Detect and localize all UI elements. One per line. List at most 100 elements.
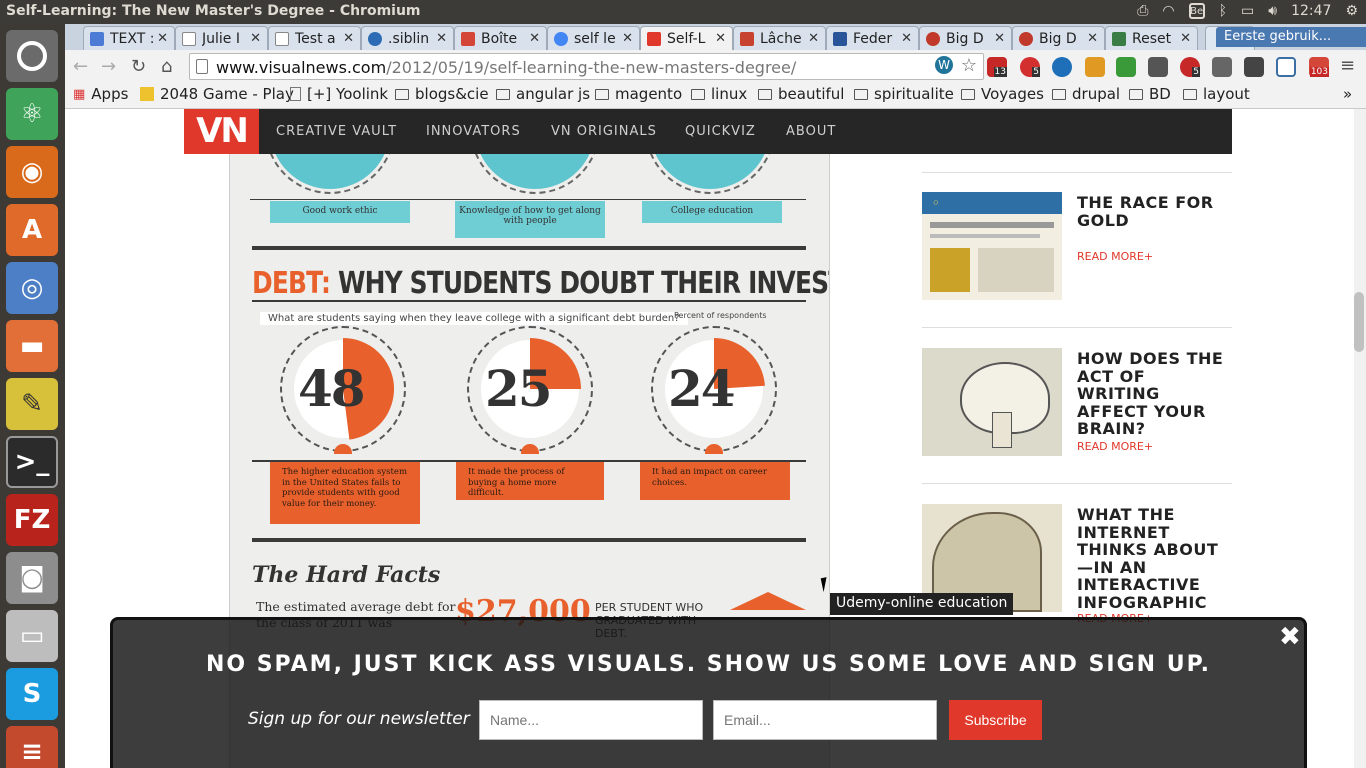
close-tab-icon[interactable]: ✕ bbox=[994, 31, 1005, 46]
site-logo[interactable]: VN bbox=[184, 109, 259, 154]
close-tab-icon[interactable]: ✕ bbox=[157, 31, 168, 46]
tab-self-learning-active[interactable]: Self-L ✕ bbox=[640, 26, 733, 50]
bookmark-folder-drupal[interactable]: drupal bbox=[1052, 85, 1120, 103]
profile-button[interactable]: Eerste gebruik... bbox=[1216, 27, 1366, 47]
close-icon[interactable]: ✖ bbox=[1279, 622, 1301, 652]
close-tab-icon[interactable]: ✕ bbox=[901, 31, 912, 46]
stacked-apps-icon[interactable]: ≡ bbox=[6, 726, 58, 768]
extension-badge-icon[interactable]: 13 bbox=[987, 57, 1007, 77]
subscribe-button[interactable]: Subscribe bbox=[949, 700, 1042, 740]
bookmark-folder-blogs[interactable]: blogs&cie bbox=[395, 85, 489, 103]
tab-test[interactable]: Test a ✕ bbox=[268, 26, 361, 50]
tab-big-data-1[interactable]: Big D ✕ bbox=[919, 26, 1012, 50]
wordpress-icon[interactable]: W bbox=[935, 56, 953, 74]
read-more-link[interactable]: READ MORE+ bbox=[1077, 440, 1153, 453]
bookmark-folder-linux[interactable]: linux bbox=[691, 85, 747, 103]
address-bar[interactable]: www.visualnews.com/2012/05/19/self-learn… bbox=[189, 53, 984, 80]
nav-innovators[interactable]: INNOVATORS bbox=[426, 124, 521, 139]
pen-extension-icon[interactable] bbox=[1148, 57, 1168, 77]
chromium-icon[interactable]: ◎ bbox=[6, 262, 58, 314]
text-editor-icon[interactable]: ✎ bbox=[6, 378, 58, 430]
tab-reset[interactable]: Reset ✕ bbox=[1105, 26, 1198, 50]
article-title[interactable]: HOW DOES THE ACT OF WRITING AFFECT YOUR … bbox=[1077, 350, 1227, 438]
wifi-icon[interactable]: ◠ bbox=[1162, 3, 1174, 19]
globe-extension-icon[interactable] bbox=[1052, 57, 1072, 77]
printer-icon[interactable]: ⎙ bbox=[1137, 3, 1148, 19]
article-title[interactable]: THE RACE FOR GOLD bbox=[1077, 194, 1227, 229]
puzzle-extension-icon[interactable] bbox=[1116, 57, 1136, 77]
close-tab-icon[interactable]: ✕ bbox=[1087, 31, 1098, 46]
name-input[interactable] bbox=[479, 700, 703, 740]
ruler-extension-icon[interactable] bbox=[1085, 57, 1105, 77]
nav-quickviz[interactable]: QUICKVIZ bbox=[685, 124, 756, 139]
bookmark-star-icon[interactable]: ☆ bbox=[961, 55, 977, 76]
brain-writing-thumbnail[interactable] bbox=[922, 348, 1062, 456]
page-info-icon[interactable] bbox=[196, 59, 208, 74]
close-tab-icon[interactable]: ✕ bbox=[622, 31, 633, 46]
software-center-icon[interactable]: A bbox=[6, 204, 58, 256]
email-input[interactable] bbox=[713, 700, 937, 740]
bookmark-folder-layout[interactable]: layout bbox=[1183, 85, 1250, 103]
bookmark-apps[interactable]: ▦ Apps bbox=[73, 85, 128, 103]
close-tab-icon[interactable]: ✕ bbox=[1180, 31, 1191, 46]
drive-icon[interactable]: ▭ bbox=[6, 610, 58, 662]
tab-siblings[interactable]: .siblin ✕ bbox=[361, 26, 454, 50]
home-icon[interactable]: ⌂ bbox=[161, 56, 172, 77]
extension-stop-icon[interactable]: 5 bbox=[1020, 57, 1040, 77]
bookmark-folder-angular[interactable]: angular js bbox=[496, 85, 590, 103]
bookmark-folder-magento[interactable]: magento bbox=[595, 85, 682, 103]
tab-julie[interactable]: Julie I ✕ bbox=[175, 26, 268, 50]
tab-lache[interactable]: Lâche ✕ bbox=[733, 26, 826, 50]
keyboard-layout-indicator[interactable]: Be bbox=[1188, 3, 1205, 19]
skype-icon[interactable]: S bbox=[6, 668, 58, 720]
settings-gear-icon[interactable]: ⚙ bbox=[1345, 3, 1358, 19]
back-arrow-icon[interactable]: ← bbox=[73, 56, 88, 77]
cup-extension-icon[interactable] bbox=[1244, 57, 1264, 77]
clock[interactable]: 12:47 bbox=[1291, 3, 1331, 19]
more-bookmarks-chevron-icon[interactable]: » bbox=[1343, 85, 1352, 103]
bookmark-yoolink[interactable]: [+] Yoolink bbox=[290, 85, 388, 103]
filezilla-icon[interactable]: FZ bbox=[6, 494, 58, 546]
race-for-gold-thumbnail[interactable]: ◦ bbox=[922, 192, 1062, 300]
scrollbar-thumb[interactable] bbox=[1354, 292, 1364, 352]
camera-icon[interactable]: ◙ bbox=[6, 552, 58, 604]
chart-circle-fill bbox=[270, 154, 390, 189]
tab-big-data-2[interactable]: Big D ✕ bbox=[1012, 26, 1105, 50]
nav-creative-vault[interactable]: CREATIVE VAULT bbox=[276, 124, 397, 139]
files-icon[interactable]: ▬ bbox=[6, 320, 58, 372]
close-tab-icon[interactable]: ✕ bbox=[529, 31, 540, 46]
gmail-checker-icon[interactable]: 103 bbox=[1309, 57, 1329, 77]
chrome-menu-icon[interactable]: ≡ bbox=[1340, 55, 1355, 76]
close-tab-icon[interactable]: ✕ bbox=[250, 31, 261, 46]
tab-text[interactable]: TEXT : ✕ bbox=[83, 26, 175, 50]
bookmark-folder-bd[interactable]: BD bbox=[1129, 85, 1171, 103]
article-title[interactable]: WHAT THE INTERNET THINKS ABOUT—IN AN INT… bbox=[1077, 506, 1232, 612]
nav-about[interactable]: ABOUT bbox=[786, 124, 836, 139]
terminal-icon[interactable]: >_ bbox=[6, 436, 58, 488]
close-tab-icon[interactable]: ✕ bbox=[343, 31, 354, 46]
firefox-icon[interactable]: ◉ bbox=[6, 146, 58, 198]
read-more-link[interactable]: READ MORE+ bbox=[1077, 250, 1153, 263]
forward-arrow-icon[interactable]: → bbox=[101, 56, 116, 77]
page-scrollbar[interactable] bbox=[1354, 109, 1366, 768]
close-tab-icon[interactable]: ✕ bbox=[808, 31, 819, 46]
battery-icon[interactable]: ▭ bbox=[1241, 3, 1254, 19]
bookmark-folder-voyages[interactable]: Voyages bbox=[961, 85, 1044, 103]
adblock-plus-icon[interactable]: 5 bbox=[1180, 57, 1200, 77]
tab-gmail[interactable]: Boîte ✕ bbox=[454, 26, 547, 50]
close-tab-icon[interactable]: ✕ bbox=[715, 31, 726, 46]
bookmark-folder-spiritualite[interactable]: spiritualite bbox=[854, 85, 954, 103]
tab-google-search[interactable]: self le ✕ bbox=[547, 26, 640, 50]
atom-editor-icon[interactable]: ⚛ bbox=[6, 88, 58, 140]
eyedropper-extension-icon[interactable] bbox=[1212, 57, 1232, 77]
bookmark-folder-beautiful[interactable]: beautiful bbox=[758, 85, 844, 103]
close-tab-icon[interactable]: ✕ bbox=[436, 31, 447, 46]
screen-capture-icon[interactable] bbox=[1276, 57, 1296, 77]
bookmark-2048[interactable]: 2048 Game - Play bbox=[140, 85, 294, 103]
tab-federation[interactable]: Feder ✕ bbox=[826, 26, 919, 50]
ubuntu-dash-icon[interactable] bbox=[6, 30, 58, 82]
bluetooth-icon[interactable]: ᛒ bbox=[1219, 3, 1227, 19]
reload-icon[interactable]: ↻ bbox=[131, 56, 146, 77]
volume-icon[interactable]: 🔊︎ bbox=[1268, 3, 1277, 19]
nav-vn-originals[interactable]: VN ORIGINALS bbox=[551, 124, 657, 139]
